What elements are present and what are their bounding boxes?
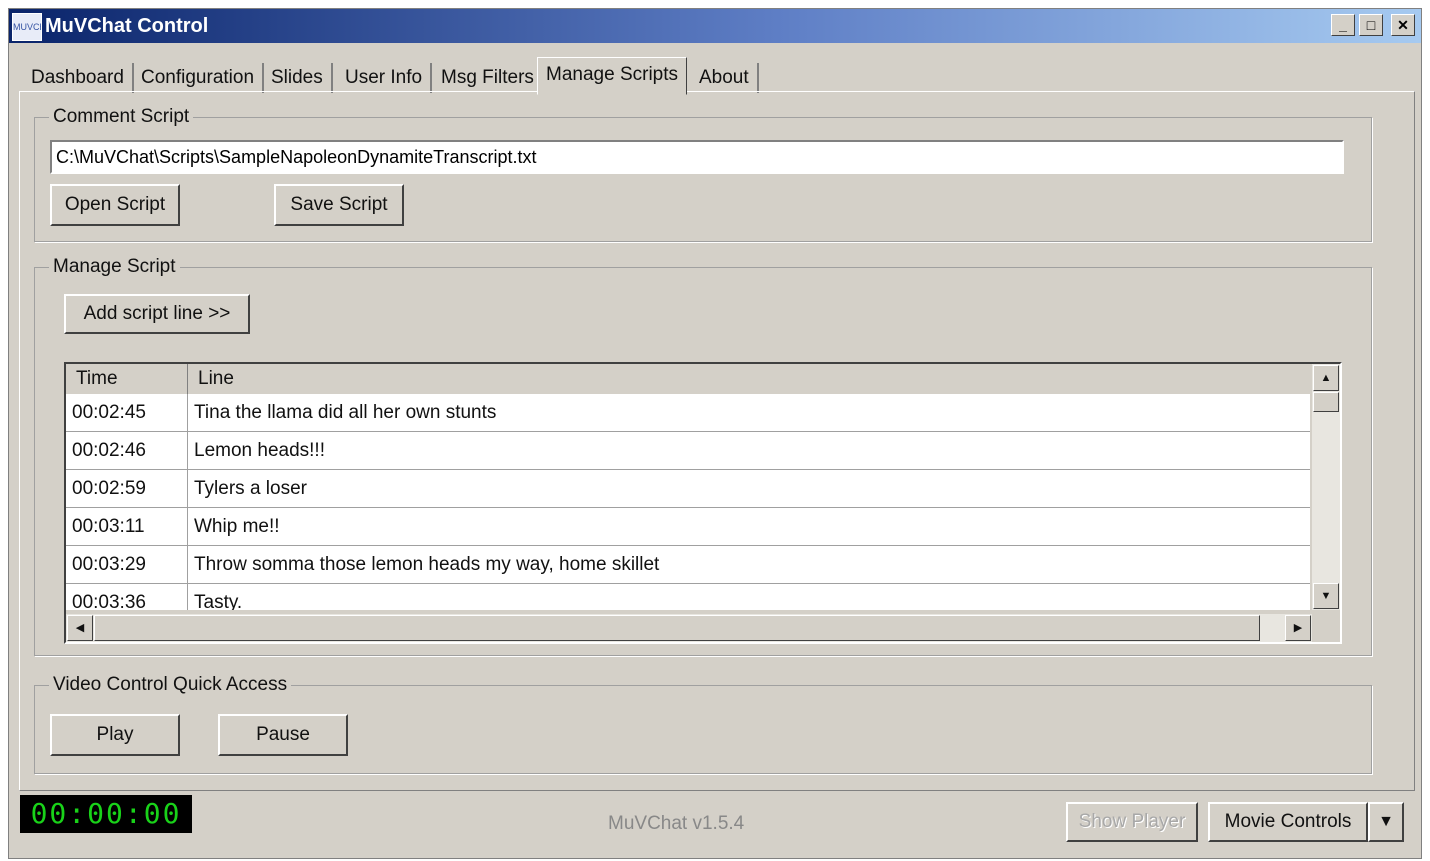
time-cell[interactable]: 00:02:45 [66,394,188,432]
script-path-input[interactable] [50,140,1344,174]
add-script-line-button[interactable]: Add script line >> [64,294,250,334]
version-label: MuVChat v1.5.4 [608,813,745,834]
line-cell[interactable]: Whip me!! [188,508,1310,546]
video-control-legend: Video Control Quick Access [53,674,288,695]
dropdown-arrow-icon[interactable]: ▼ [1368,802,1404,842]
time-cell[interactable]: 00:02:46 [66,432,188,470]
line-cell[interactable]: Lemon heads!!! [188,432,1310,470]
table-row[interactable]: 00:03:36 Tasty. [66,584,1310,610]
scroll-left-icon[interactable]: ◀ [67,615,93,641]
save-script-button[interactable]: Save Script [274,184,404,226]
tab-slides[interactable]: Slides [263,63,333,93]
pause-button[interactable]: Pause [218,714,348,756]
title-bar[interactable]: MUVChat MuVChat Control _ □ ✕ [9,9,1421,43]
time-cell[interactable]: 00:03:29 [66,546,188,584]
vertical-scrollbar[interactable]: ▲ ▼ [1312,364,1340,610]
scroll-down-icon[interactable]: ▼ [1313,583,1339,609]
show-player-button[interactable]: Show Player [1066,802,1198,842]
time-cell[interactable]: 00:03:36 [66,584,188,610]
close-button[interactable]: ✕ [1391,14,1415,36]
manage-script-legend: Manage Script [53,256,176,277]
grid-header: Time Line [66,364,1310,395]
table-row[interactable]: 00:02:46 Lemon heads!!! [66,432,1310,470]
open-script-button[interactable]: Open Script [50,184,180,226]
table-row[interactable]: 00:02:59 Tylers a loser [66,470,1310,508]
tab-msg-filters[interactable]: Msg Filters [433,63,544,93]
table-row[interactable]: 00:02:45 Tina the llama did all her own … [66,394,1310,432]
tab-configuration[interactable]: Configuration [133,63,265,93]
vertical-scroll-thumb[interactable] [1313,392,1339,412]
comment-script-group: Comment Script [34,106,1372,242]
script-grid[interactable]: Time Line 00:02:45 Tina the llama did al… [64,362,1342,644]
horizontal-scroll-thumb[interactable] [94,615,1260,641]
line-cell[interactable]: Tasty. [188,584,1310,610]
tab-about[interactable]: About [691,63,759,93]
horizontal-scrollbar[interactable]: ◀ ▶ [66,614,1312,642]
grid-rows: 00:02:45 Tina the llama did all her own … [66,394,1310,610]
scroll-right-icon[interactable]: ▶ [1285,615,1311,641]
timecode-display: 00:00:00 [20,795,192,833]
tab-manage-scripts[interactable]: Manage Scripts [537,57,688,95]
line-cell[interactable]: Throw somma those lemon heads my way, ho… [188,546,1310,584]
comment-script-legend: Comment Script [53,106,190,127]
movie-controls-button[interactable]: Movie Controls [1208,802,1368,842]
scroll-up-icon[interactable]: ▲ [1313,365,1339,391]
table-row[interactable]: 00:03:11 Whip me!! [66,508,1310,546]
line-cell[interactable]: Tylers a loser [188,470,1310,508]
column-header-time[interactable]: Time [66,364,188,394]
tab-user-info[interactable]: User Info [337,63,433,93]
time-cell[interactable]: 00:02:59 [66,470,188,508]
play-button[interactable]: Play [50,714,180,756]
column-header-line[interactable]: Line [188,364,1310,394]
maximize-button[interactable]: □ [1359,14,1383,36]
tab-dashboard[interactable]: Dashboard [23,63,134,93]
app-logo-icon: MUVChat [12,13,42,41]
table-row[interactable]: 00:03:29 Throw somma those lemon heads m… [66,546,1310,584]
window-title: MuVChat Control [45,15,209,37]
minimize-button[interactable]: _ [1331,14,1355,36]
line-cell[interactable]: Tina the llama did all her own stunts [188,394,1310,432]
time-cell[interactable]: 00:03:11 [66,508,188,546]
